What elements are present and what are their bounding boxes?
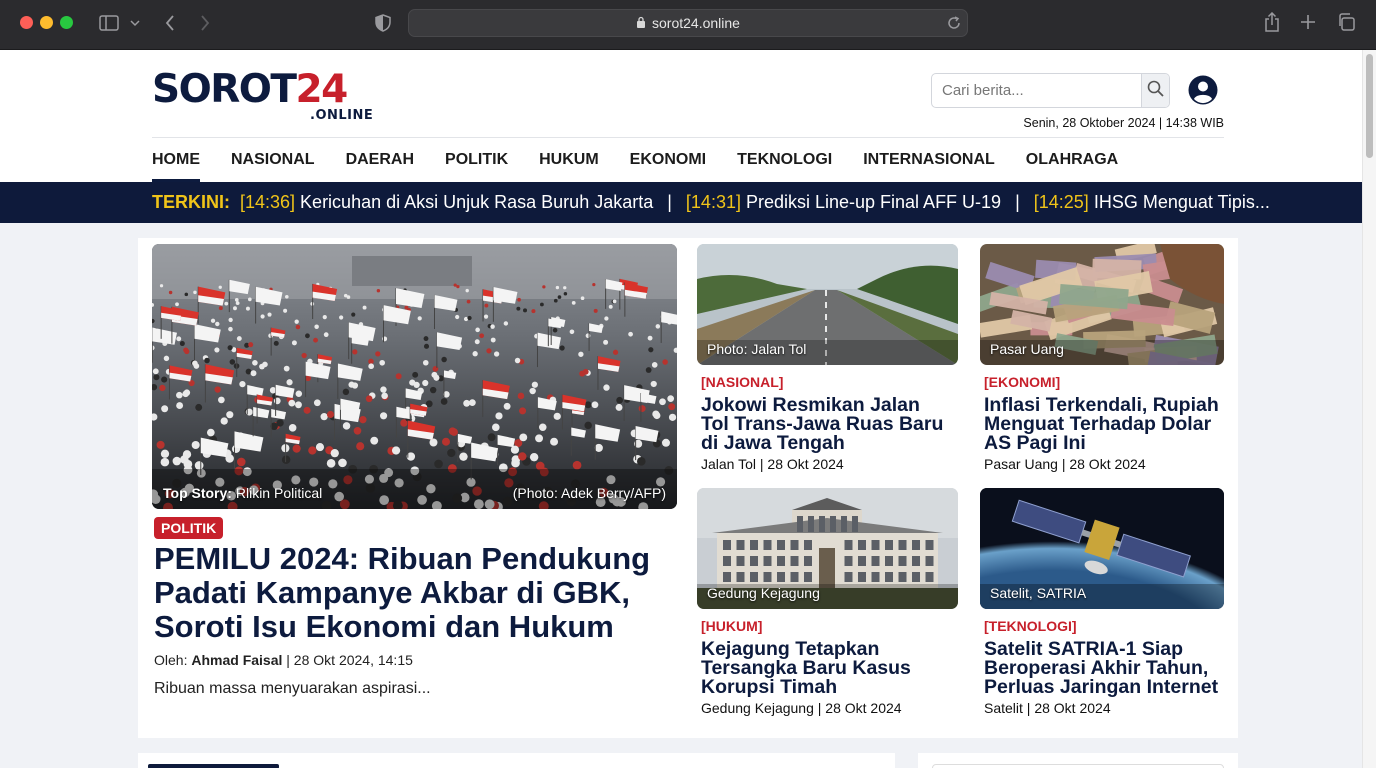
sidebar-panel xyxy=(918,753,1238,768)
logo-subtext: .ONLINE xyxy=(310,108,374,123)
nav-item-home[interactable]: HOME xyxy=(152,138,200,182)
news-card: Gedung Kejagung [HUKUM] Kejagung Tetapka… xyxy=(697,488,958,716)
nav-item-olahraga[interactable]: OLAHRAGA xyxy=(1026,138,1118,182)
zoom-window-button[interactable] xyxy=(60,16,73,29)
site-logo[interactable]: SOROT24 .ONLINE xyxy=(152,68,382,126)
nav-item-nasional[interactable]: NASIONAL xyxy=(231,138,315,182)
page-scrollbar[interactable] xyxy=(1362,50,1376,768)
hero-headline[interactable]: PEMILU 2024: Ribuan Pendukung Padati Kam… xyxy=(154,542,684,644)
share-icon[interactable] xyxy=(1262,11,1282,33)
hero-caption-text: Rlikin Political xyxy=(235,485,323,501)
current-datetime: Senin, 28 Oktober 2024 | 14:38 WIB xyxy=(1023,116,1224,130)
card-category[interactable]: [TEKNOLOGI] xyxy=(984,618,1224,634)
close-window-button[interactable] xyxy=(20,16,33,29)
search-box xyxy=(931,73,1170,108)
hero-caption: Top Story: Rlikin Political xyxy=(163,485,322,501)
nav-item-ekonomi[interactable]: EKONOMI xyxy=(630,138,706,182)
sidebar-widget xyxy=(932,764,1224,768)
back-icon[interactable] xyxy=(160,13,180,33)
card-headline[interactable]: Satelit SATRIA-1 Siap Beroperasi Akhir T… xyxy=(984,639,1234,697)
ticker-text: Kericuhan di Aksi Unjuk Rasa Buruh Jakar… xyxy=(300,192,654,212)
hero-excerpt: Ribuan massa menyuarakan aspirasi... xyxy=(154,680,431,697)
site-header: SOROT24 .ONLINE Senin, 28 Oktober 2024 |… xyxy=(0,50,1362,182)
ticker-time: [14:36] xyxy=(240,192,296,212)
new-tab-icon[interactable] xyxy=(1299,13,1317,31)
ticker-separator: | xyxy=(667,192,672,212)
news-card: Satelit, SATRIA [TEKNOLOGI] Satelit SATR… xyxy=(980,488,1224,716)
main-navigation: HOME NASIONAL DAERAH POLITIK HUKUM EKONO… xyxy=(152,138,1149,182)
hero-byline: Oleh: Ahmad Faisal | 28 Okt 2024, 14:15 xyxy=(154,652,413,668)
card-meta: Gedung Kejagung | 28 Okt 2024 xyxy=(701,700,902,716)
news-card-image[interactable]: Gedung Kejagung xyxy=(697,488,958,609)
card-meta: Jalan Tol | 28 Okt 2024 xyxy=(701,456,844,472)
nav-item-internasional[interactable]: INTERNASIONAL xyxy=(863,138,995,182)
section-header-bar xyxy=(148,764,279,768)
browser-toolbar: sorot24.online xyxy=(0,0,1376,50)
ticker-text: IHSG Menguat Tipis... xyxy=(1093,192,1270,212)
image-caption: Gedung Kejagung xyxy=(707,585,820,601)
ticker-separator: | xyxy=(1015,192,1020,212)
logo-number: 24 xyxy=(295,67,349,112)
chevron-down-icon[interactable] xyxy=(128,16,142,30)
scrollbar-thumb[interactable] xyxy=(1366,54,1373,158)
ticker-text: Prediksi Line-up Final AFF U-19 xyxy=(745,192,1002,212)
author-name[interactable]: Ahmad Faisal xyxy=(191,652,282,668)
ticker-item[interactable]: [14:25] IHSG Menguat Tipis... xyxy=(1034,192,1270,213)
card-meta: Pasar Uang | 28 Okt 2024 xyxy=(984,456,1146,472)
user-account-button[interactable] xyxy=(1188,75,1218,105)
news-section-panel xyxy=(138,753,895,768)
card-headline[interactable]: Jokowi Resmikan Jalan Tol Trans-Jawa Rua… xyxy=(701,395,951,453)
card-headline[interactable]: Kejagung Tetapkan Tersangka Baru Kasus K… xyxy=(701,639,951,697)
card-category[interactable]: [EKONOMI] xyxy=(984,374,1224,390)
ticker-label: TERKINI: xyxy=(152,192,230,212)
byline-date: | 28 Okt 2024, 14:15 xyxy=(286,652,413,668)
search-icon xyxy=(1147,80,1164,102)
card-meta: Satelit | 28 Okt 2024 xyxy=(984,700,1111,716)
news-card-image[interactable]: Pasar Uang xyxy=(980,244,1224,365)
hero-photo-credit: (Photo: Adek Berry/AFP) xyxy=(512,485,666,501)
nav-item-politik[interactable]: POLITIK xyxy=(445,138,508,182)
news-card: Photo: Jalan Tol [NASIONAL] Jokowi Resmi… xyxy=(697,244,958,472)
image-caption: Photo: Jalan Tol xyxy=(707,341,807,357)
ticker-item[interactable]: [14:36] Kericuhan di Aksi Unjuk Rasa Buru… xyxy=(240,192,653,213)
news-card-image[interactable]: Satelit, SATRIA xyxy=(980,488,1224,609)
hero-image[interactable]: Top Story: Rlikin Political (Photo: Adek… xyxy=(152,244,677,509)
search-input[interactable] xyxy=(932,74,1141,107)
byline-prefix: Oleh: xyxy=(154,652,188,668)
user-icon xyxy=(1188,75,1218,109)
headline-section: Top Story: Rlikin Political (Photo: Adek… xyxy=(138,238,1238,738)
breaking-news-ticker: TERKINI: [14:36] Kericuhan di Aksi Unjuk … xyxy=(0,182,1362,223)
card-headline[interactable]: Inflasi Terkendali, Rupiah Menguat Terha… xyxy=(984,395,1234,453)
nav-item-hukum[interactable]: HUKUM xyxy=(539,138,599,182)
reload-icon[interactable] xyxy=(946,15,962,31)
search-button[interactable] xyxy=(1141,74,1169,107)
logo-text: SOROT xyxy=(152,67,297,112)
news-card-image[interactable]: Photo: Jalan Tol xyxy=(697,244,958,365)
ticker-time: [14:31] xyxy=(685,192,741,212)
sidebar-icon[interactable] xyxy=(98,14,120,32)
ticker-time: [14:25] xyxy=(1033,192,1089,212)
image-caption: Pasar Uang xyxy=(990,341,1064,357)
ticker-item[interactable]: [14:31] Prediksi Line-up Final AFF U-19 xyxy=(686,192,1001,213)
lock-icon xyxy=(636,15,646,31)
forward-icon[interactable] xyxy=(195,13,215,33)
minimize-window-button[interactable] xyxy=(40,16,53,29)
news-card: Pasar Uang [EKONOMI] Inflasi Terkendali,… xyxy=(980,244,1224,472)
shield-icon[interactable] xyxy=(374,13,392,33)
image-caption: Satelit, SATRIA xyxy=(990,585,1087,601)
web-page: SOROT24 .ONLINE Senin, 28 Oktober 2024 |… xyxy=(0,50,1376,768)
card-category[interactable]: [NASIONAL] xyxy=(701,374,958,390)
url-text: sorot24.online xyxy=(652,15,740,31)
category-badge[interactable]: POLITIK xyxy=(154,517,224,539)
nav-item-teknologi[interactable]: TEKNOLOGI xyxy=(737,138,832,182)
card-category[interactable]: [HUKUM] xyxy=(701,618,958,634)
tab-overview-icon[interactable] xyxy=(1336,12,1356,32)
nav-item-daerah[interactable]: DAERAH xyxy=(346,138,414,182)
hero-caption-label: Top Story: xyxy=(163,485,232,501)
address-bar[interactable]: sorot24.online xyxy=(408,9,968,37)
